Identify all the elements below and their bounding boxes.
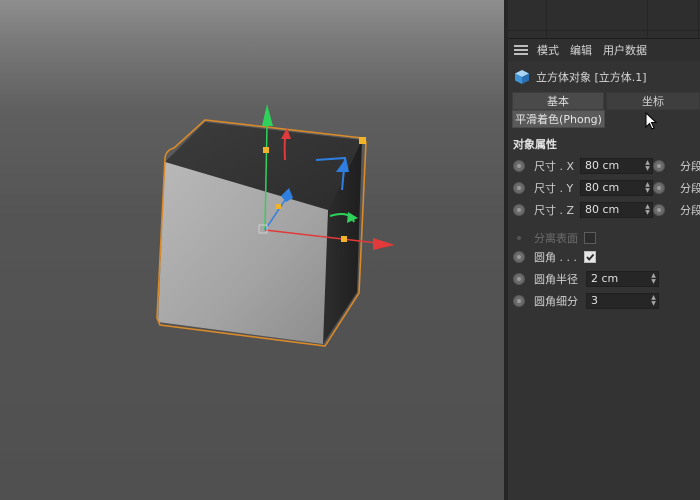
seg-y-anim-radio[interactable] — [653, 182, 665, 194]
seg-x-anim-radio[interactable] — [653, 160, 665, 172]
seg-z-label: 分段 — [680, 204, 700, 217]
size-z-label: 尺寸 . Z — [534, 204, 575, 217]
fillet-label: 圆角 . . . — [534, 251, 577, 264]
panel-header-grid — [508, 0, 700, 39]
fillet-subdivision-value: 3 — [591, 294, 598, 307]
fillet-subdivision-anim-radio[interactable] — [513, 295, 525, 307]
viewport-scene — [156, 104, 395, 347]
object-title: 立方体对象 [立方体.1] — [536, 71, 647, 84]
x-axis-arrow[interactable] — [373, 238, 395, 250]
menu-edit[interactable]: 编辑 — [570, 42, 592, 58]
checkmark-icon — [586, 253, 595, 261]
tab-basic[interactable]: 基本 — [512, 92, 604, 110]
tab-coord[interactable]: 坐标 — [606, 92, 700, 110]
tab-phong[interactable]: 平滑着色(Phong) — [512, 110, 605, 128]
fillet-radius-stepper[interactable]: ▲ ▼ — [650, 273, 657, 285]
size-z-stepper[interactable]: ▲ ▼ — [644, 204, 651, 216]
size-z-row: 尺寸 . Z 80 cm ▲ ▼ 分段 — [508, 201, 700, 219]
attribute-tabs: 基本 坐标 — [512, 92, 700, 110]
fillet-row: 圆角 . . . — [508, 248, 700, 266]
attribute-manager: 模式 编辑 用户数据 立方体对象 [立方体.1] 基本 坐标 平滑着色(Phon… — [508, 0, 700, 500]
corner-handle[interactable] — [359, 137, 366, 144]
size-x-anim-radio[interactable] — [513, 160, 525, 172]
seg-x-label: 分段 — [680, 160, 700, 173]
x-axis-handle[interactable] — [341, 236, 347, 242]
fillet-radius-value: 2 cm — [591, 272, 619, 285]
size-y-row: 尺寸 . Y 80 cm ▲ ▼ 分段 — [508, 179, 700, 197]
object-header: 立方体对象 [立方体.1] — [508, 66, 700, 88]
z-axis-handle[interactable] — [276, 204, 281, 209]
y-axis-handle[interactable] — [263, 147, 269, 153]
fillet-radius-field[interactable]: 2 cm ▲ ▼ — [586, 271, 659, 287]
fillet-radius-label: 圆角半径 — [534, 273, 578, 286]
menu-user-data[interactable]: 用户数据 — [603, 42, 647, 58]
seg-z-anim-radio[interactable] — [653, 204, 665, 216]
size-y-anim-radio[interactable] — [513, 182, 525, 194]
menu-icon[interactable] — [514, 45, 528, 55]
size-z-anim-radio[interactable] — [513, 204, 525, 216]
size-x-row: 尺寸 . X 80 cm ▲ ▼ 分段 — [508, 157, 700, 175]
size-x-value: 80 cm — [585, 159, 620, 172]
fillet-subdivision-label: 圆角细分 — [534, 295, 578, 308]
size-x-field[interactable]: 80 cm ▲ ▼ — [580, 158, 653, 174]
size-z-value: 80 cm — [585, 203, 620, 216]
fillet-checkbox[interactable] — [584, 251, 596, 263]
attribute-menubar: 模式 编辑 用户数据 — [508, 39, 700, 61]
fillet-subdivision-stepper[interactable]: ▲ ▼ — [650, 295, 657, 307]
y-axis-arrow[interactable] — [262, 104, 273, 126]
size-y-stepper[interactable]: ▲ ▼ — [644, 182, 651, 194]
fillet-radius-anim-radio[interactable] — [513, 273, 525, 285]
separate-surfaces-anim-radio — [513, 232, 525, 244]
fillet-radius-row: 圆角半径 2 cm ▲ ▼ — [508, 270, 700, 288]
section-title: 对象属性 — [513, 138, 557, 151]
fillet-anim-radio[interactable] — [513, 251, 525, 263]
size-y-field[interactable]: 80 cm ▲ ▼ — [580, 180, 653, 196]
size-y-value: 80 cm — [585, 181, 620, 194]
menu-mode[interactable]: 模式 — [537, 42, 559, 58]
cube-icon — [515, 70, 529, 84]
separate-surfaces-label: 分离表面 — [534, 232, 578, 245]
viewport-3d[interactable] — [0, 0, 504, 500]
size-z-field[interactable]: 80 cm ▲ ▼ — [580, 202, 653, 218]
fillet-subdivision-row: 圆角细分 3 ▲ ▼ — [508, 292, 700, 310]
size-x-label: 尺寸 . X — [534, 160, 575, 173]
fillet-subdivision-field[interactable]: 3 ▲ ▼ — [586, 293, 659, 309]
separate-surfaces-row: 分离表面 — [508, 229, 700, 247]
seg-y-label: 分段 — [680, 182, 700, 195]
size-x-stepper[interactable]: ▲ ▼ — [644, 160, 651, 172]
size-y-label: 尺寸 . Y — [534, 182, 574, 195]
separate-surfaces-checkbox[interactable] — [584, 232, 596, 244]
